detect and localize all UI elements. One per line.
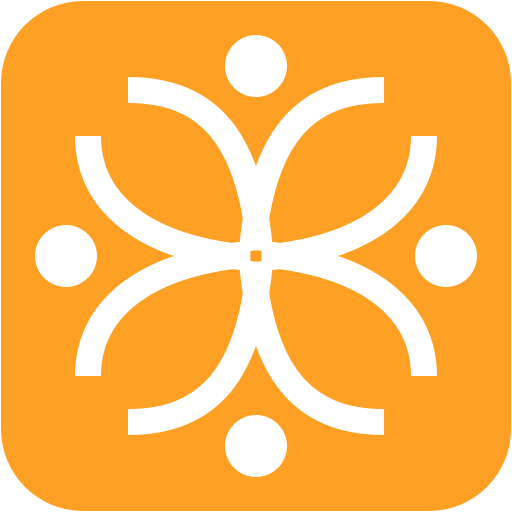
dot-bottom (225, 415, 287, 477)
dot-left (35, 225, 97, 287)
dot-right (415, 225, 477, 287)
dot-top (225, 35, 287, 97)
app-icon[interactable] (0, 0, 512, 512)
flower-people-logo-icon (1, 1, 511, 511)
